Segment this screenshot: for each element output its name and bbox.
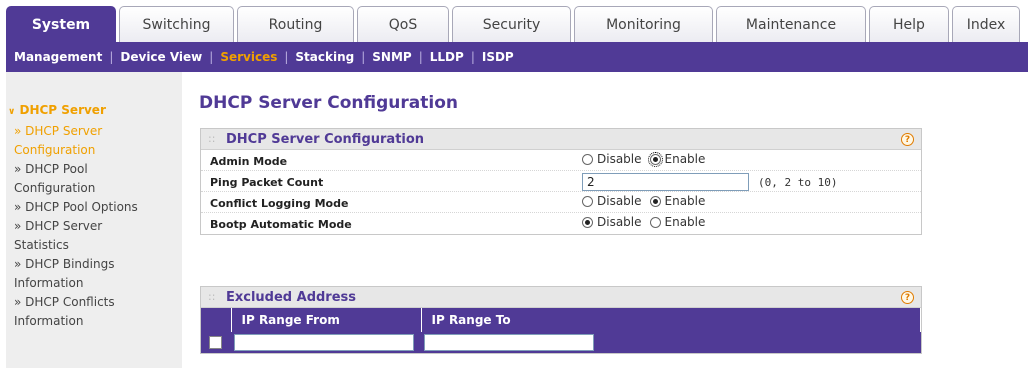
radio-label: Enable [664, 152, 706, 166]
tab-index[interactable]: Index [952, 6, 1020, 42]
leftnav-item-dhcp-bindings-information[interactable]: Information [14, 274, 182, 293]
tab-system[interactable]: System [6, 6, 116, 42]
help-circle-icon[interactable]: ? [901, 291, 914, 304]
leftnav-item-dhcp-pool-configuration[interactable]: Configuration [14, 179, 182, 198]
leftnav-item-dhcp-conflicts-information[interactable]: » DHCP Conflicts [14, 293, 182, 312]
panel-title: Excluded Address [226, 290, 357, 305]
leftnav-item-dhcp-server-configuration[interactable]: » DHCP Server [14, 122, 182, 141]
admin-mode-disable-radio[interactable] [582, 153, 593, 165]
subnav-device-view[interactable]: Device View [120, 50, 202, 64]
separator: | [418, 50, 423, 64]
conflict-logging-mode-label: Conflict Logging Mode [210, 197, 349, 210]
subnav-snmp[interactable]: SNMP [372, 50, 411, 64]
bootp-automatic-enable-radio[interactable] [649, 216, 661, 228]
panel-header: :: Excluded Address ? [201, 287, 921, 308]
ping-packet-count-row: Ping Packet Count (0, 2 to 10) [201, 171, 921, 192]
top-navigation: System Switching Routing QoS Security Mo… [0, 0, 1034, 42]
subnav-services[interactable]: Services [220, 50, 277, 64]
radio-label: Disable [597, 152, 642, 166]
bootp-automatic-mode-row: Bootp Automatic Mode Disable Enable [201, 213, 921, 234]
admin-mode-label: Admin Mode [210, 155, 288, 168]
main-tabs: System Switching Routing QoS Security Mo… [6, 6, 1023, 42]
leftnav-item-dhcp-conflicts-information[interactable]: Information [14, 312, 182, 331]
table-header-row: IP Range From IP Range To [201, 308, 921, 332]
chevron-down-icon: ∨ [8, 107, 16, 117]
tab-routing[interactable]: Routing [237, 6, 354, 42]
subnav-management[interactable]: Management [14, 50, 102, 64]
subnav-stacking[interactable]: Stacking [295, 50, 354, 64]
leftnav-list: » DHCP Server Configuration » DHCP Pool … [14, 122, 182, 331]
panel-header: :: DHCP Server Configuration ? [201, 129, 921, 150]
separator: | [361, 50, 366, 64]
conflict-logging-disable-radio[interactable] [582, 195, 593, 207]
page-title: DHCP Server Configuration [199, 93, 458, 113]
admin-mode-radio-group: Disable Enable [582, 151, 713, 167]
grip-icon: :: [208, 132, 216, 145]
ip-range-to-header: IP Range To [421, 308, 921, 332]
help-circle-icon[interactable]: ? [901, 133, 914, 146]
bootp-automatic-mode-label: Bootp Automatic Mode [210, 218, 352, 231]
dhcp-config-panel: :: DHCP Server Configuration ? Admin Mod… [200, 128, 922, 235]
bootp-automatic-radio-group: Disable Enable [582, 215, 713, 229]
tab-qos[interactable]: QoS [357, 6, 449, 42]
grip-icon: :: [208, 290, 216, 303]
row-select-checkbox[interactable] [209, 336, 222, 349]
leftnav-section-dhcp-server[interactable]: ∨ DHCP Server [8, 103, 106, 117]
tab-maintenance[interactable]: Maintenance [716, 6, 866, 42]
excluded-address-panel: :: Excluded Address ? IP Range From IP R… [200, 286, 922, 354]
ip-range-to-cell [421, 332, 921, 353]
left-navigation: ∨ DHCP Server » DHCP Server Configuratio… [6, 72, 182, 368]
ping-packet-count-input[interactable] [582, 173, 749, 191]
ip-range-from-input[interactable] [234, 334, 414, 351]
tab-security[interactable]: Security [452, 6, 571, 42]
radio-label: Disable [597, 194, 642, 208]
radio-label: Enable [664, 194, 706, 208]
ip-range-from-cell [231, 332, 421, 353]
table-row [201, 332, 921, 353]
bootp-automatic-disable-radio[interactable] [582, 216, 593, 228]
leftnav-item-dhcp-server-configuration[interactable]: Configuration [14, 141, 182, 160]
ip-range-to-input[interactable] [424, 334, 594, 351]
conflict-logging-enable-radio[interactable] [649, 195, 661, 207]
subnav-lldp[interactable]: LLDP [430, 50, 464, 64]
tab-help[interactable]: Help [869, 6, 949, 42]
panel-title: DHCP Server Configuration [226, 132, 425, 147]
ping-packet-count-control: (0, 2 to 10) [582, 173, 837, 191]
leftnav-item-dhcp-server-statistics[interactable]: » DHCP Server [14, 217, 182, 236]
select-cell [201, 332, 231, 353]
ping-packet-count-label: Ping Packet Count [210, 176, 324, 189]
tab-monitoring[interactable]: Monitoring [574, 6, 713, 42]
leftnav-item-dhcp-bindings-information[interactable]: » DHCP Bindings [14, 255, 182, 274]
leftnav-item-dhcp-pool-configuration[interactable]: » DHCP Pool [14, 160, 182, 179]
conflict-logging-radio-group: Disable Enable [582, 194, 713, 208]
separator: | [209, 50, 214, 64]
separator: | [284, 50, 289, 64]
admin-mode-enable-radio[interactable] [647, 151, 663, 167]
leftnav-section-label: DHCP Server [19, 103, 106, 117]
admin-mode-row: Admin Mode Disable Enable [201, 150, 921, 171]
radio-label: Disable [597, 215, 642, 229]
radio-label: Enable [664, 215, 706, 229]
excluded-address-table: IP Range From IP Range To [201, 308, 921, 353]
subnav-isdp[interactable]: ISDP [482, 50, 514, 64]
leftnav-item-dhcp-server-statistics[interactable]: Statistics [14, 236, 182, 255]
ping-packet-count-hint: (0, 2 to 10) [758, 175, 838, 189]
sub-navigation: Management | Device View | Services | St… [6, 42, 1028, 72]
leftnav-item-dhcp-pool-options[interactable]: » DHCP Pool Options [14, 198, 182, 217]
separator: | [109, 50, 114, 64]
ip-range-from-header: IP Range From [231, 308, 422, 332]
select-column-header [201, 308, 232, 332]
conflict-logging-mode-row: Conflict Logging Mode Disable Enable [201, 192, 921, 213]
separator: | [470, 50, 475, 64]
tab-switching[interactable]: Switching [119, 6, 234, 42]
